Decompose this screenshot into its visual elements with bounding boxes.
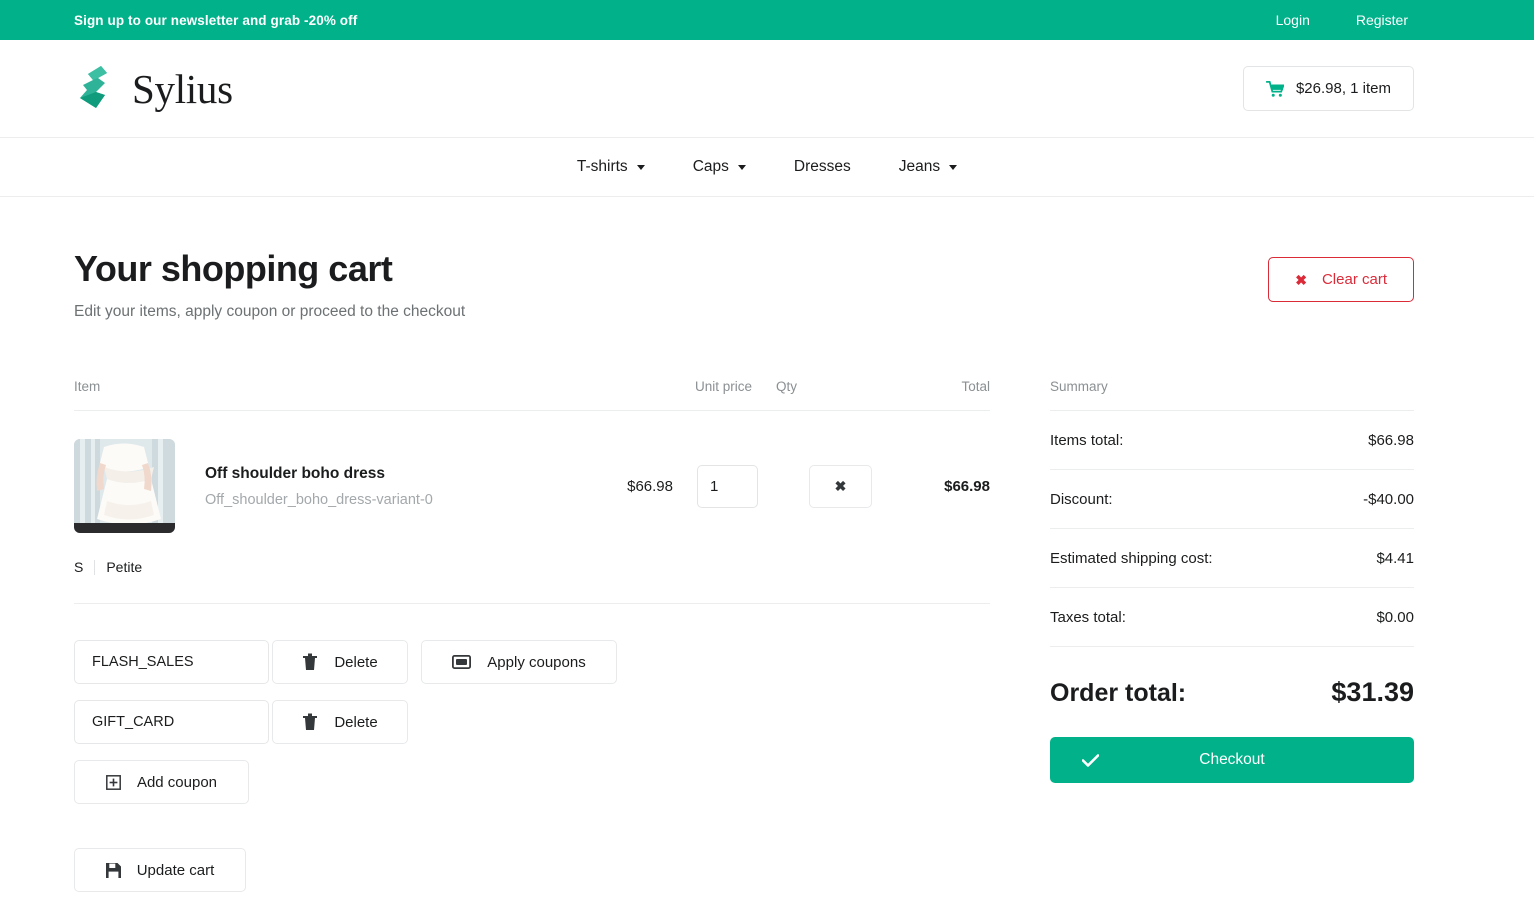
order-total-value: $31.39 — [1331, 677, 1414, 708]
checkout-button[interactable]: Checkout — [1050, 737, 1414, 784]
delete-label: Delete — [334, 713, 378, 731]
column-header-qty: Qty — [776, 379, 798, 395]
order-summary-panel: Summary Items total: $66.98 Discount: -$… — [1050, 379, 1414, 892]
summary-row-taxes: Taxes total: $0.00 — [1050, 588, 1414, 648]
column-header-total: Total — [961, 379, 990, 395]
nav-label: Jeans — [898, 158, 941, 175]
cart-summary-button[interactable]: $26.98, 1 item — [1242, 66, 1414, 111]
summary-row-shipping: Estimated shipping cost: $4.41 — [1050, 529, 1414, 589]
update-cart-button[interactable]: Update cart — [74, 848, 246, 893]
nav-label: T-shirts — [576, 158, 628, 175]
nav-label: Caps — [692, 158, 729, 175]
close-x-icon: ✖ — [1295, 271, 1307, 288]
chevron-down-icon — [636, 164, 645, 170]
page-title: Your shopping cart — [74, 248, 393, 289]
coupon-row: Delete Apply coupons — [74, 640, 990, 685]
summary-label: Taxes total: — [1050, 609, 1126, 627]
trash-icon — [303, 713, 318, 731]
coupon-code-input[interactable] — [74, 700, 269, 745]
summary-value: $4.41 — [1376, 550, 1414, 568]
product-option-fit: Petite — [106, 559, 143, 576]
site-header: Sylius $26.98, 1 item — [0, 40, 1534, 138]
coupon-code-input[interactable] — [74, 640, 269, 685]
chevron-down-icon — [737, 164, 746, 170]
summary-label: Items total: — [1050, 432, 1124, 450]
remove-item-cell: ✖ — [809, 464, 872, 508]
product-thumbnail-white-dress-icon — [74, 439, 175, 534]
add-coupon-label: Add coupon — [136, 773, 218, 791]
summary-label: Discount: — [1050, 491, 1113, 509]
column-header-unit-price: Unit price — [694, 379, 752, 395]
nav-item-tshirts[interactable]: T-shirts — [553, 138, 669, 196]
coupons-section: Delete Apply coupons — [74, 640, 990, 893]
clear-cart-label: Clear cart — [1321, 271, 1387, 288]
product-cell: Off shoulder boho dress Off_shoulder_boh… — [74, 439, 565, 534]
product-thumbnail[interactable] — [74, 439, 175, 534]
product-options: S Petite — [74, 533, 990, 605]
order-total-row: Order total: $31.39 — [1050, 647, 1414, 708]
register-link[interactable]: Register — [1356, 12, 1408, 28]
summary-value: $0.00 — [1376, 609, 1414, 627]
plus-square-icon — [106, 774, 121, 790]
remove-item-button[interactable]: ✖ — [809, 464, 872, 508]
summary-value: $66.98 — [1368, 432, 1414, 450]
product-info: Off shoulder boho dress Off_shoulder_boh… — [205, 465, 433, 508]
cart-layout: Item Unit price Qty Total Off shoulder b… — [74, 379, 1414, 893]
promo-topbar: Sign up to our newsletter and grab -20% … — [0, 0, 1534, 40]
ticket-icon — [452, 655, 472, 670]
nav-item-caps[interactable]: Caps — [669, 138, 770, 196]
cart-page: Your shopping cart Edit your items, appl… — [0, 197, 1534, 893]
quantity-input[interactable] — [697, 464, 758, 508]
apply-coupons-label: Apply coupons — [487, 653, 586, 671]
clear-cart-button[interactable]: ✖ Clear cart — [1268, 257, 1414, 302]
save-floppy-icon — [105, 862, 121, 878]
column-header-item: Item — [74, 379, 101, 395]
check-icon — [1082, 754, 1099, 767]
delete-coupon-button[interactable]: Delete — [272, 640, 408, 685]
cart-items-column: Item Unit price Qty Total Off shoulder b… — [74, 379, 990, 893]
delete-label: Delete — [334, 653, 378, 671]
newsletter-message: Sign up to our newsletter and grab -20% … — [74, 12, 358, 28]
chevron-down-icon — [949, 164, 958, 170]
login-link[interactable]: Login — [1276, 12, 1310, 28]
product-option-size: S — [74, 559, 84, 576]
page-subtitle: Edit your items, apply coupon or proceed… — [74, 303, 466, 321]
page-header: Your shopping cart Edit your items, appl… — [74, 248, 1414, 321]
add-coupon-button[interactable]: Add coupon — [74, 760, 249, 805]
nav-item-jeans[interactable]: Jeans — [875, 138, 981, 196]
shopping-cart-icon — [1266, 80, 1284, 97]
product-variant-code: Off_shoulder_boho_dress-variant-0 — [205, 491, 433, 508]
trash-icon — [303, 653, 318, 671]
cart-summary-label: $26.98, 1 item — [1295, 80, 1391, 97]
table-row: Off shoulder boho dress Off_shoulder_boh… — [74, 411, 990, 534]
coupon-row: Delete — [74, 700, 990, 745]
nav-item-dresses[interactable]: Dresses — [770, 138, 875, 196]
account-links: Login Register — [1276, 12, 1408, 28]
main-navigation: T-shirts Caps Dresses Jeans — [0, 138, 1534, 197]
unit-price-value: $66.98 — [627, 477, 673, 495]
summary-value: -$40.00 — [1363, 491, 1414, 509]
sylius-swan-logo-icon — [80, 65, 107, 108]
nav-label: Dresses — [793, 158, 851, 175]
line-total-value: $66.98 — [944, 477, 990, 495]
summary-row-items-total: Items total: $66.98 — [1050, 411, 1414, 471]
option-divider — [94, 559, 96, 575]
close-x-icon: ✖ — [834, 477, 847, 494]
order-total-label: Order total: — [1050, 679, 1187, 708]
summary-row-discount: Discount: -$40.00 — [1050, 470, 1414, 530]
brand-name: Sylius — [132, 65, 233, 112]
brand-home-link[interactable]: Sylius — [74, 64, 233, 114]
checkout-label: Checkout — [1199, 751, 1265, 769]
apply-coupons-button[interactable]: Apply coupons — [421, 640, 617, 685]
quantity-cell — [673, 464, 793, 508]
product-name-link[interactable]: Off shoulder boho dress — [205, 465, 433, 483]
update-cart-label: Update cart — [136, 861, 215, 879]
summary-title: Summary — [1050, 379, 1414, 412]
cart-table-header: Item Unit price Qty Total — [74, 379, 990, 412]
summary-label: Estimated shipping cost: — [1050, 550, 1213, 568]
delete-coupon-button[interactable]: Delete — [272, 700, 408, 745]
